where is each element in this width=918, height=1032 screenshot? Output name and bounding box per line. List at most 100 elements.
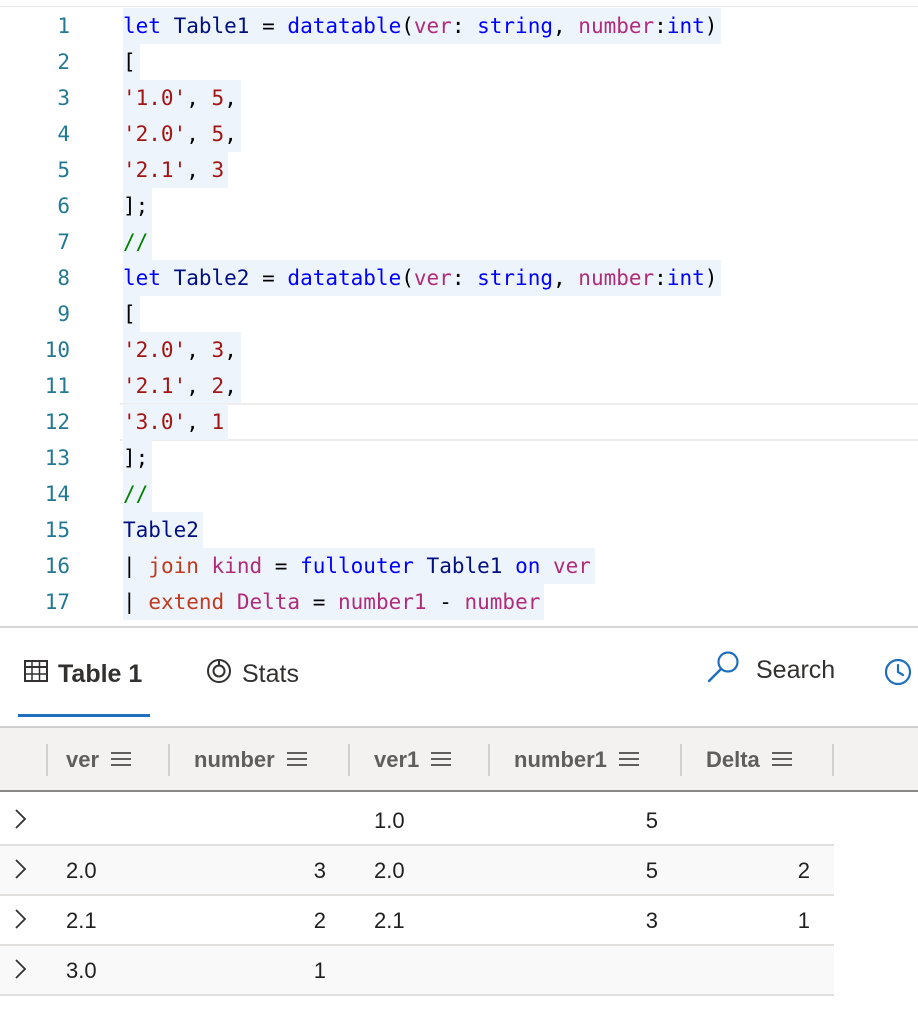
- column-header-ver1[interactable]: ver1: [374, 728, 452, 792]
- cell-number: 1: [313, 958, 326, 983]
- results-toolbar: Table 1 Stats Search: [0, 628, 918, 724]
- column-separator[interactable]: [488, 744, 490, 776]
- code-text[interactable]: ];: [123, 440, 153, 476]
- hamburger-menu-icon[interactable]: [618, 747, 639, 773]
- cell-number: 2: [313, 908, 326, 933]
- column-separator[interactable]: [168, 744, 170, 776]
- cell-number1: 3: [645, 908, 658, 933]
- code-text[interactable]: '2.0', 3,: [123, 332, 241, 368]
- hamburger-menu-icon[interactable]: [286, 747, 307, 773]
- code-line-16[interactable]: 16 | join kind = fullouter Table1 on ver: [0, 548, 918, 584]
- code-line-6[interactable]: 6 ];: [0, 188, 918, 224]
- code-line-9[interactable]: 9 [: [0, 296, 918, 332]
- code-text[interactable]: Table2: [123, 512, 203, 548]
- code-line-4[interactable]: 4 '2.0', 5,: [0, 116, 918, 152]
- token-number: 3: [211, 338, 225, 362]
- line-number: 7: [57, 230, 70, 254]
- token-number: 5: [211, 122, 225, 146]
- token-punct: ,: [552, 266, 566, 290]
- column-header-ver[interactable]: ver: [66, 728, 132, 792]
- table-row[interactable]: 2.1 2 2.1 3 1: [0, 896, 834, 946]
- line-number: 13: [44, 446, 70, 470]
- token-punct: ,: [186, 374, 199, 398]
- code-line-7[interactable]: 7 //: [0, 224, 918, 260]
- code-line-11[interactable]: 11 '2.1', 2,: [0, 368, 918, 404]
- token-identifier: Table2: [123, 518, 199, 542]
- table-row[interactable]: 2.0 3 2.0 5 2: [0, 846, 834, 896]
- token-punct: :: [451, 14, 465, 38]
- column-header-label: number: [194, 747, 275, 772]
- search-label: Search: [756, 656, 836, 684]
- code-text[interactable]: | join kind = fullouter Table1 on ver: [123, 548, 595, 584]
- token-parameter: kind: [211, 554, 263, 578]
- code-text[interactable]: '2.1', 2,: [123, 368, 241, 404]
- column-header-number1[interactable]: number1: [514, 728, 639, 792]
- tab-table-1[interactable]: Table 1: [24, 658, 142, 690]
- table-row[interactable]: 3.0 1: [0, 946, 834, 996]
- code-line-14[interactable]: 14 //: [0, 476, 918, 512]
- active-tab-indicator: [18, 714, 150, 717]
- code-text[interactable]: //: [123, 224, 153, 260]
- code-line-17[interactable]: 17 | extend Delta = number1 - number: [0, 584, 918, 620]
- token-string: '1.0': [123, 86, 187, 110]
- code-text[interactable]: '2.1', 3: [123, 152, 229, 188]
- column-separator[interactable]: [832, 744, 834, 776]
- code-line-5[interactable]: 5 '2.1', 3: [0, 152, 918, 188]
- code-line-1[interactable]: 1 let Table1 = datatable(ver: string, nu…: [0, 8, 918, 44]
- column-header-number[interactable]: number: [194, 728, 307, 792]
- cell-ver: 2.0: [66, 858, 97, 883]
- token-column: number1: [338, 590, 427, 614]
- chevron-right-icon[interactable]: [14, 958, 28, 985]
- line-number: 3: [57, 86, 70, 110]
- code-text[interactable]: '2.0', 5,: [123, 116, 241, 152]
- column-header-delta[interactable]: Delta: [706, 728, 792, 792]
- token-column: ver: [553, 554, 591, 578]
- code-line-10[interactable]: 10 '2.0', 3,: [0, 332, 918, 368]
- hamburger-menu-icon[interactable]: [771, 747, 792, 773]
- cell-number1: [520, 946, 658, 996]
- token-keyword: let: [123, 266, 161, 290]
- cell-delta: 1: [797, 908, 810, 933]
- code-line-2[interactable]: 2 [: [0, 44, 918, 80]
- code-text[interactable]: let Table2 = datatable(ver: string, numb…: [123, 260, 722, 296]
- column-separator[interactable]: [46, 744, 48, 776]
- code-text[interactable]: | extend Delta = number1 - number: [123, 584, 545, 620]
- token-punct: [: [123, 302, 136, 326]
- cell-ver1: 2.1: [374, 908, 405, 933]
- query-editor[interactable]: 1 let Table1 = datatable(ver: string, nu…: [0, 0, 918, 626]
- token-keyword: on: [515, 554, 541, 578]
- code-line-3[interactable]: 3 '1.0', 5,: [0, 80, 918, 116]
- token-punct: ,: [186, 338, 199, 362]
- search-button[interactable]: Search: [706, 650, 835, 691]
- hamburger-menu-icon[interactable]: [431, 747, 452, 773]
- code-line-13[interactable]: 13 ];: [0, 440, 918, 476]
- code-line-15[interactable]: 15 Table2: [0, 512, 918, 548]
- clock-icon[interactable]: [884, 658, 912, 691]
- code-line-12[interactable]: 12 '3.0', 1: [0, 404, 918, 440]
- line-number: 6: [57, 194, 70, 218]
- hamburger-menu-icon[interactable]: [111, 747, 132, 773]
- column-separator[interactable]: [680, 744, 682, 776]
- token-keyword: let: [123, 14, 161, 38]
- table-row[interactable]: 1.0 5: [0, 796, 834, 846]
- chevron-right-icon[interactable]: [14, 858, 28, 885]
- token-punct: ,: [186, 86, 199, 110]
- code-text[interactable]: '3.0', 1: [123, 404, 229, 440]
- code-text[interactable]: '1.0', 5,: [123, 80, 241, 116]
- code-text[interactable]: //: [123, 476, 153, 512]
- code-text[interactable]: [: [123, 44, 140, 80]
- code-line-8[interactable]: 8 let Table2 = datatable(ver: string, nu…: [0, 260, 918, 296]
- code-text[interactable]: let Table1 = datatable(ver: string, numb…: [123, 8, 722, 44]
- code-text[interactable]: [: [123, 296, 140, 332]
- cell-number: 3: [313, 858, 326, 883]
- line-number: 9: [57, 302, 70, 326]
- token-column: Delta: [236, 590, 301, 614]
- column-separator[interactable]: [348, 744, 350, 776]
- search-icon: [706, 650, 756, 691]
- code-text[interactable]: ];: [123, 188, 153, 224]
- tab-stats[interactable]: Stats: [206, 658, 299, 690]
- chevron-right-icon[interactable]: [14, 808, 28, 835]
- chevron-right-icon[interactable]: [14, 908, 28, 935]
- token-number: 2: [211, 374, 225, 398]
- token-punct: ];: [123, 446, 149, 470]
